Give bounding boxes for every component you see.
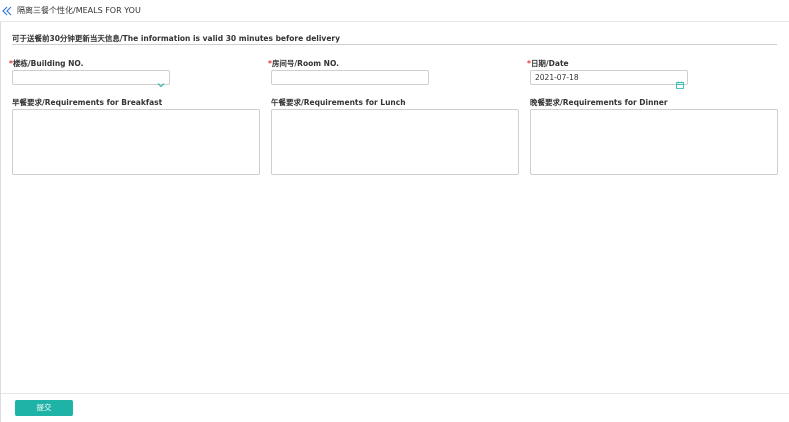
building-select[interactable] (12, 70, 170, 88)
date-label: *日期/Date (527, 58, 569, 69)
room-label-text: 房间号/Room NO. (271, 59, 340, 68)
dinner-label: 晚餐要求/Requirements for Dinner (530, 98, 668, 107)
submit-button[interactable]: 提交 (15, 400, 73, 416)
date-label-text: 日期/Date (530, 59, 569, 68)
calendar-icon (676, 74, 684, 89)
breakfast-textarea[interactable] (12, 109, 260, 175)
room-label: *房间号/Room NO. (268, 58, 339, 69)
date-picker[interactable]: 2021-07-18 (530, 70, 688, 89)
footer-divider (1, 393, 789, 394)
back-icon[interactable] (1, 3, 13, 17)
notice-banner: 可于送餐前30分钟更新当天信息/The information is valid… (12, 33, 777, 45)
chevron-down-icon (157, 74, 165, 88)
lunch-label: 午餐要求/Requirements for Lunch (271, 98, 406, 107)
building-label-text: 楼栋/Building NO. (12, 59, 84, 68)
breakfast-label: 早餐要求/Requirements for Breakfast (12, 98, 163, 107)
date-value: 2021-07-18 (535, 73, 579, 82)
dinner-textarea[interactable] (530, 109, 778, 175)
building-label: *楼栋/Building NO. (9, 58, 83, 69)
lunch-textarea[interactable] (271, 109, 519, 175)
room-input[interactable] (271, 70, 429, 85)
header-bar: 隔离三餐个性化/MEALS FOR YOU (0, 0, 789, 22)
page-title: 隔离三餐个性化/MEALS FOR YOU (17, 6, 141, 15)
notice-text: 可于送餐前30分钟更新当天信息/The information is valid… (12, 34, 340, 43)
page-left-border (0, 0, 1, 422)
